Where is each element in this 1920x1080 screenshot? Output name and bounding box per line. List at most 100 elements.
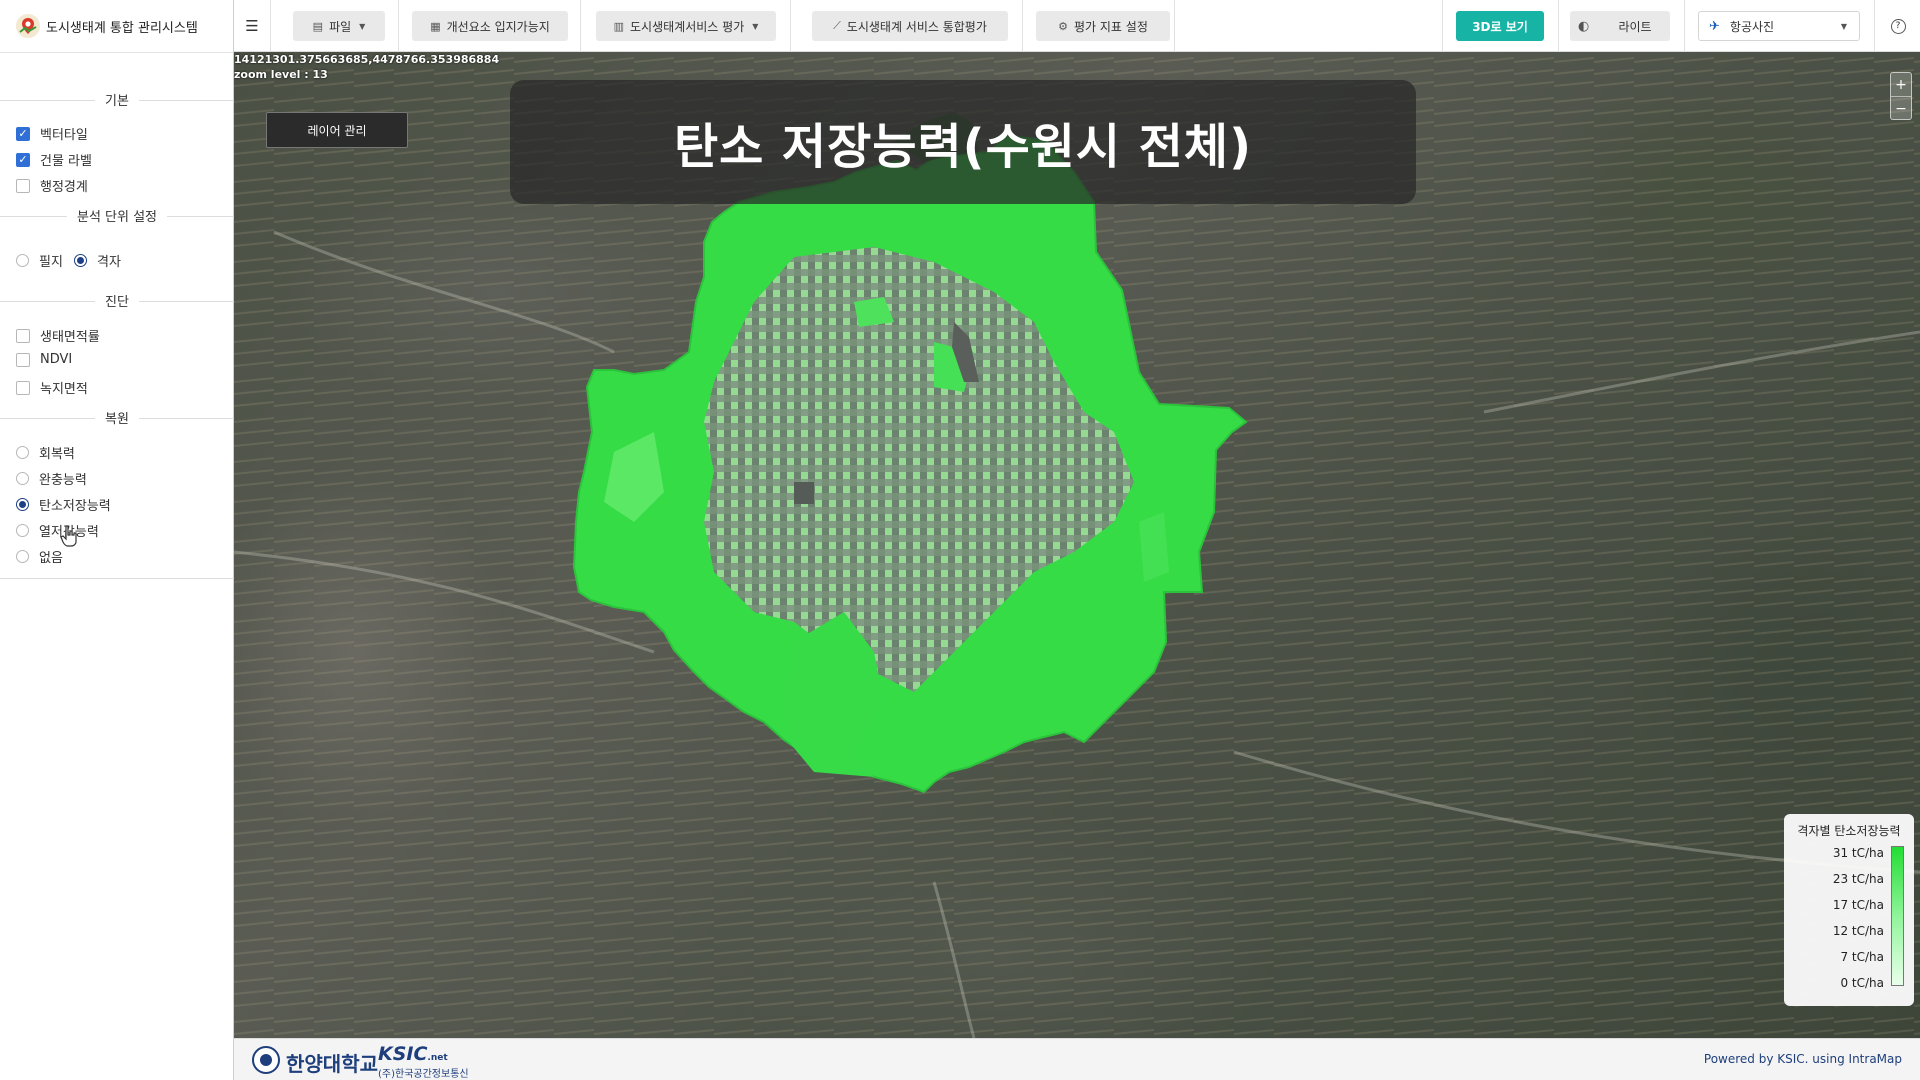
sidebar: 도시생태계 통합 관리시스템 기본 ✓ 벡터타일 ✓ 건물 라벨 행정경계 분석… <box>0 0 234 1080</box>
integrated-eval-button[interactable]: ⟋ 도시생태계 서비스 통합평가 <box>812 11 1008 41</box>
green-patch <box>1139 512 1169 582</box>
hand-cursor-icon <box>60 525 78 551</box>
legend-label: 23 tC/ha <box>1832 872 1884 886</box>
file-menu-button[interactable]: ▤ 파일 ▼ <box>293 11 385 41</box>
document-icon: ▤ <box>312 19 324 33</box>
caret-down-icon: ▼ <box>752 21 759 31</box>
divider <box>1874 0 1875 52</box>
checkbox-eco-area-ratio[interactable]: 생태면적률 <box>16 326 100 345</box>
radio-label: 필지 <box>39 255 63 270</box>
radio-unselected-icon[interactable] <box>16 254 29 267</box>
radio-label: 격자 <box>97 255 121 270</box>
powered-by-text: Powered by KSIC. using IntraMap <box>1703 1052 1902 1066</box>
divider <box>790 0 791 52</box>
hanyang-emblem-icon <box>252 1046 280 1074</box>
checkbox-green-area[interactable]: 녹지면적 <box>16 378 88 397</box>
view-3d-label: 3D로 보기 <box>1472 19 1528 34</box>
group-diagnosis-title: 진단 <box>0 291 234 311</box>
calculator-icon: ▦ <box>430 19 441 33</box>
airplane-icon: ✈ <box>1709 18 1720 34</box>
checkbox-label: 생태면적률 <box>40 330 100 345</box>
checkbox-unchecked-icon[interactable] <box>16 328 30 343</box>
checkbox-vector-tile[interactable]: ✓ 벡터타일 <box>16 124 88 143</box>
radio-carbon-storage[interactable]: 탄소저장능력 <box>16 495 111 514</box>
legend-label: 0 tC/ha <box>1840 976 1884 990</box>
indicator-settings-label: 평가 지표 설정 <box>1074 19 1148 34</box>
checkbox-label: 행정경계 <box>40 180 88 195</box>
divider <box>0 578 234 579</box>
help-button[interactable]: ? <box>1886 11 1910 41</box>
divider <box>1174 0 1175 52</box>
divider <box>1684 0 1685 52</box>
divider <box>1442 0 1443 52</box>
bar-chart-icon: ▥ <box>613 19 625 33</box>
radio-heat-reduction[interactable]: 열저감능력 <box>16 521 99 540</box>
ksic-logo: KSIC.net <box>378 1043 448 1065</box>
coordinate-text: 14121301.375663685,4478766.353986884 <box>234 53 500 66</box>
radio-label: 완충능력 <box>39 473 87 488</box>
line-chart-icon: ⟋ <box>833 19 841 32</box>
map-title: 탄소 저장능력(수원시 전체) <box>673 119 1253 175</box>
radio-grid[interactable]: 격자 <box>74 251 121 270</box>
app-title: 도시생태계 통합 관리시스템 <box>46 20 198 36</box>
group-unit: 분석 단위 설정 <box>0 206 234 226</box>
file-menu-label: 파일 <box>329 19 352 34</box>
zoom-in-button[interactable]: + <box>1891 73 1911 96</box>
radio-unselected-icon[interactable] <box>16 550 29 563</box>
help-icon: ? <box>1890 18 1906 34</box>
checkbox-label: 벡터타일 <box>40 128 88 143</box>
toolbar: ☰ ▤ 파일 ▼ ▦ 개선요소 입지가능지 ▥ 도시생태계서비스 평가 ▼ ⟋ … <box>234 0 1920 52</box>
checkbox-ndvi[interactable]: NDVI <box>16 352 72 367</box>
theme-label: 라이트 <box>1618 19 1652 34</box>
checkbox-unchecked-icon[interactable] <box>16 178 30 193</box>
radio-selected-icon[interactable] <box>16 498 29 511</box>
checkbox-unchecked-icon[interactable] <box>16 380 30 395</box>
legend-label: 12 tC/ha <box>1832 924 1884 938</box>
basemap-select[interactable]: ✈ 항공사진 ▼ <box>1698 11 1860 41</box>
service-eval-menu-button[interactable]: ▥ 도시생태계서비스 평가 ▼ <box>596 11 776 41</box>
service-eval-label: 도시생태계서비스 평가 <box>630 19 745 34</box>
improvement-site-label: 개선요소 입지가능지 <box>446 19 550 34</box>
group-basic-title: 기본 <box>0 90 234 110</box>
checkbox-checked-icon[interactable]: ✓ <box>16 126 30 141</box>
divider <box>1558 0 1559 52</box>
contrast-icon: ◐ <box>1578 18 1590 34</box>
zoom-out-button[interactable]: − <box>1891 96 1911 120</box>
university-name: 한양대학교 <box>286 1052 378 1076</box>
radio-resilience[interactable]: 회복력 <box>16 443 75 462</box>
company-name: (주)한국공간정보통신 <box>378 1069 469 1080</box>
radio-buffer[interactable]: 완충능력 <box>16 469 87 488</box>
legend-title: 격자별 탄소저장능력 <box>1797 824 1901 838</box>
legend-label: 7 tC/ha <box>1840 950 1884 964</box>
theme-toggle-button[interactable]: ◐ 라이트 <box>1570 11 1670 41</box>
divider <box>580 0 581 52</box>
hamburger-icon[interactable]: ☰ <box>240 11 264 41</box>
divider <box>1022 0 1023 52</box>
checkbox-building-label[interactable]: ✓ 건물 라벨 <box>16 150 92 169</box>
radio-label: 회복력 <box>39 447 75 462</box>
caret-down-icon: ▼ <box>1840 21 1847 31</box>
radio-none[interactable]: 없음 <box>16 547 63 566</box>
zoom-control: + − <box>1890 72 1912 120</box>
map-pin-logo-icon <box>14 12 42 40</box>
radio-unselected-icon[interactable] <box>16 446 29 459</box>
legend: 격자별 탄소저장능력 31 tC/ha 23 tC/ha 17 tC/ha 12… <box>1784 814 1914 1006</box>
radio-parcel[interactable]: 필지 <box>16 251 63 270</box>
checkbox-unchecked-icon[interactable] <box>16 352 30 367</box>
checkbox-checked-icon[interactable]: ✓ <box>16 152 30 167</box>
group-basic: 기본 <box>0 90 234 110</box>
view-3d-button[interactable]: 3D로 보기 <box>1456 11 1544 41</box>
group-unit-title: 분석 단위 설정 <box>0 206 234 226</box>
improvement-site-button[interactable]: ▦ 개선요소 입지가능지 <box>412 11 568 41</box>
map-title-banner: 탄소 저장능력(수원시 전체) <box>510 80 1416 204</box>
indicator-settings-button[interactable]: ⚙ 평가 지표 설정 <box>1036 11 1170 41</box>
checkbox-label: NDVI <box>40 352 73 367</box>
radio-unselected-icon[interactable] <box>16 472 29 485</box>
map-view[interactable]: 14121301.375663685,4478766.353986884 zoo… <box>234 52 1920 1038</box>
layer-management-button[interactable]: 레이어 관리 <box>266 112 408 148</box>
radio-selected-icon[interactable] <box>74 254 87 267</box>
checkbox-admin-boundary[interactable]: 행정경계 <box>16 176 88 195</box>
integrated-eval-label: 도시생태계 서비스 통합평가 <box>846 19 987 34</box>
caret-down-icon: ▼ <box>359 21 366 31</box>
radio-unselected-icon[interactable] <box>16 524 29 537</box>
